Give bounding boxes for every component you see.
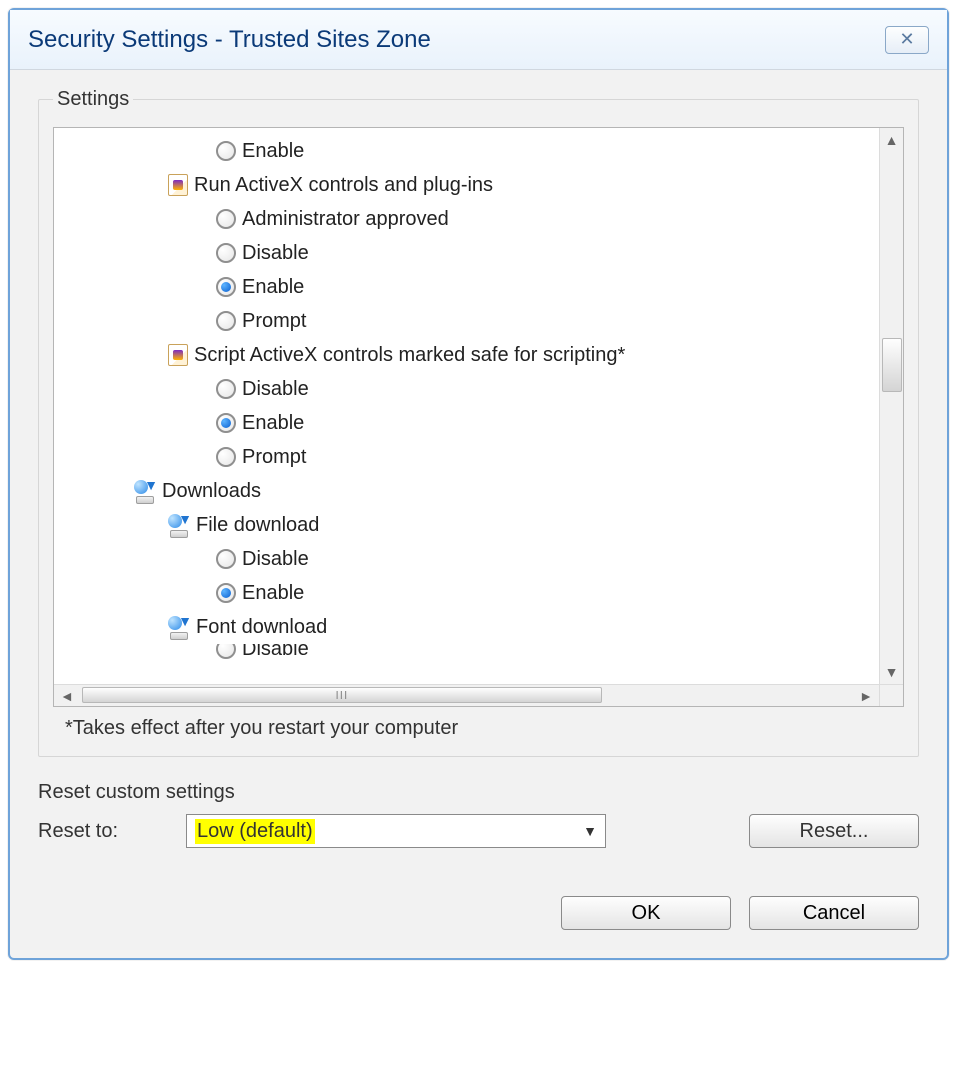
option-label: Enable bbox=[242, 582, 304, 605]
reset-button[interactable]: Reset... bbox=[749, 814, 919, 848]
scroll-right-icon: ► bbox=[853, 688, 879, 704]
tree-category-downloads[interactable]: Downloads bbox=[62, 474, 873, 508]
radio-icon bbox=[216, 413, 236, 433]
option-label: Enable bbox=[242, 140, 304, 163]
radio-option[interactable]: Enable bbox=[62, 134, 873, 168]
download-icon bbox=[134, 480, 156, 502]
radio-icon bbox=[216, 209, 236, 229]
vertical-scrollbar[interactable]: ▲ ▼ bbox=[879, 128, 903, 684]
reset-section-title: Reset custom settings bbox=[38, 781, 919, 804]
document-icon bbox=[168, 344, 188, 366]
ok-button[interactable]: OK bbox=[561, 896, 731, 930]
tree-item-label: Font download bbox=[196, 616, 327, 639]
scrollbar-thumb[interactable] bbox=[882, 338, 902, 392]
settings-tree: Enable Run ActiveX controls and plug-ins… bbox=[53, 127, 904, 707]
radio-option[interactable]: Disable bbox=[62, 236, 873, 270]
settings-legend: Settings bbox=[53, 88, 133, 111]
radio-option[interactable]: Enable bbox=[62, 406, 873, 440]
settings-fieldset: Settings Enable Run ActiveX controls and… bbox=[38, 88, 919, 757]
restart-note: *Takes effect after you restart your com… bbox=[53, 707, 904, 740]
chevron-down-icon: ▼ bbox=[583, 823, 597, 839]
document-icon bbox=[168, 174, 188, 196]
scrollbar-corner bbox=[879, 684, 903, 706]
radio-icon bbox=[216, 583, 236, 603]
option-label: Administrator approved bbox=[242, 208, 449, 231]
radio-option[interactable]: Disable bbox=[62, 372, 873, 406]
scroll-up-icon: ▲ bbox=[885, 128, 899, 152]
radio-icon bbox=[216, 379, 236, 399]
option-label: Enable bbox=[242, 276, 304, 299]
scroll-down-icon: ▼ bbox=[885, 660, 899, 684]
radio-icon bbox=[216, 447, 236, 467]
option-label: Prompt bbox=[242, 310, 306, 333]
radio-icon bbox=[216, 549, 236, 569]
button-label: Cancel bbox=[803, 902, 865, 925]
radio-option[interactable]: Enable bbox=[62, 270, 873, 304]
tree-item-font-download[interactable]: Font download bbox=[62, 610, 873, 644]
cancel-button[interactable]: Cancel bbox=[749, 896, 919, 930]
button-label: OK bbox=[632, 902, 661, 925]
combobox-value: Low (default) bbox=[195, 819, 315, 844]
titlebar: Security Settings - Trusted Sites Zone ✕ bbox=[10, 10, 947, 70]
window-title: Security Settings - Trusted Sites Zone bbox=[28, 26, 431, 54]
radio-option[interactable]: Prompt bbox=[62, 304, 873, 338]
radio-option[interactable]: Administrator approved bbox=[62, 202, 873, 236]
scroll-left-icon: ◄ bbox=[54, 688, 80, 704]
tree-item-run-activex[interactable]: Run ActiveX controls and plug-ins bbox=[62, 168, 873, 202]
radio-option[interactable]: Enable bbox=[62, 576, 873, 610]
radio-option[interactable]: Prompt bbox=[62, 440, 873, 474]
horizontal-scrollbar[interactable]: ◄ ⅠⅠⅠ ► bbox=[54, 684, 879, 706]
button-label: Reset... bbox=[800, 820, 869, 843]
tree-item-label: Script ActiveX controls marked safe for … bbox=[194, 344, 625, 367]
option-label: Disable bbox=[242, 242, 309, 265]
reset-to-combobox[interactable]: Low (default) ▼ bbox=[186, 814, 606, 848]
option-label: Disable bbox=[242, 644, 309, 660]
tree-item-file-download[interactable]: File download bbox=[62, 508, 873, 542]
radio-icon bbox=[216, 141, 236, 161]
option-label: Enable bbox=[242, 412, 304, 435]
option-label: Prompt bbox=[242, 446, 306, 469]
tree-item-label: Run ActiveX controls and plug-ins bbox=[194, 174, 493, 197]
radio-icon bbox=[216, 644, 236, 659]
option-label: Disable bbox=[242, 548, 309, 571]
close-icon: ✕ bbox=[899, 29, 914, 50]
tree-item-label: File download bbox=[196, 514, 319, 537]
download-icon bbox=[168, 514, 190, 536]
radio-icon bbox=[216, 311, 236, 331]
download-icon bbox=[168, 616, 190, 638]
close-button[interactable]: ✕ bbox=[885, 26, 929, 54]
radio-icon bbox=[216, 243, 236, 263]
option-label: Disable bbox=[242, 378, 309, 401]
scrollbar-thumb[interactable]: ⅠⅠⅠ bbox=[82, 687, 602, 703]
radio-icon bbox=[216, 277, 236, 297]
tree-item-label: Downloads bbox=[162, 480, 261, 503]
radio-option[interactable]: Disable bbox=[62, 542, 873, 576]
reset-to-label: Reset to: bbox=[38, 820, 168, 843]
security-settings-dialog: Security Settings - Trusted Sites Zone ✕… bbox=[8, 8, 949, 960]
radio-option[interactable]: Disable bbox=[62, 644, 873, 660]
tree-item-script-activex[interactable]: Script ActiveX controls marked safe for … bbox=[62, 338, 873, 372]
